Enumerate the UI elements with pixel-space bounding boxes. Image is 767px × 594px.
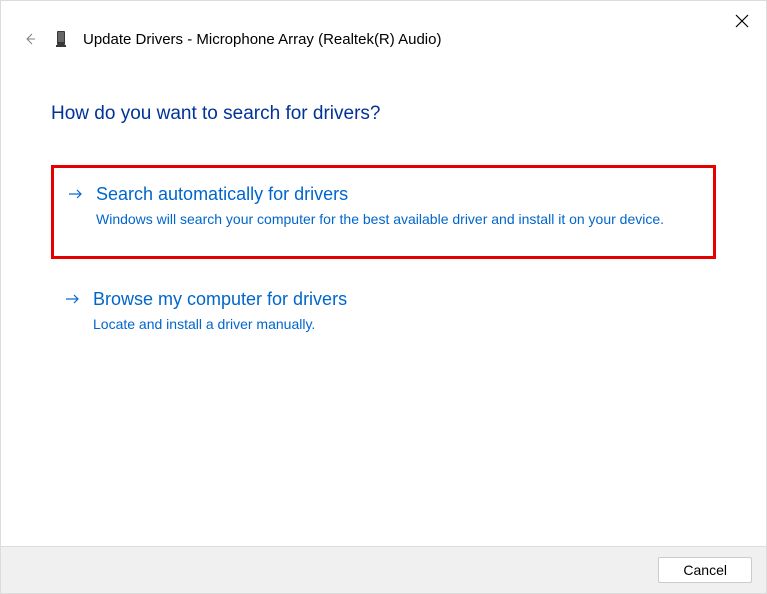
option-description: Locate and install a driver manually.	[93, 314, 702, 335]
back-arrow-icon	[23, 32, 37, 46]
option-description: Windows will search your computer for th…	[96, 209, 699, 230]
close-icon	[735, 14, 749, 28]
back-button[interactable]	[21, 32, 39, 46]
option-search-automatically[interactable]: Search automatically for drivers Windows…	[51, 165, 716, 259]
arrow-right-icon	[68, 187, 84, 206]
option-title: Browse my computer for drivers	[93, 289, 702, 310]
dialog-title: Update Drivers - Microphone Array (Realt…	[83, 31, 441, 48]
close-button[interactable]	[732, 11, 752, 31]
option-title: Search automatically for drivers	[96, 184, 699, 205]
cancel-button[interactable]: Cancel	[658, 557, 752, 583]
dialog-header: Update Drivers - Microphone Array (Realt…	[1, 1, 766, 59]
update-drivers-dialog: Update Drivers - Microphone Array (Realt…	[0, 0, 767, 594]
question-heading: How do you want to search for drivers?	[51, 103, 716, 125]
device-icon	[53, 29, 69, 49]
dialog-content: How do you want to search for drivers? S…	[1, 59, 766, 351]
option-browse-computer[interactable]: Browse my computer for drivers Locate an…	[51, 277, 716, 351]
arrow-right-icon	[65, 292, 81, 311]
dialog-footer: Cancel	[1, 546, 766, 593]
